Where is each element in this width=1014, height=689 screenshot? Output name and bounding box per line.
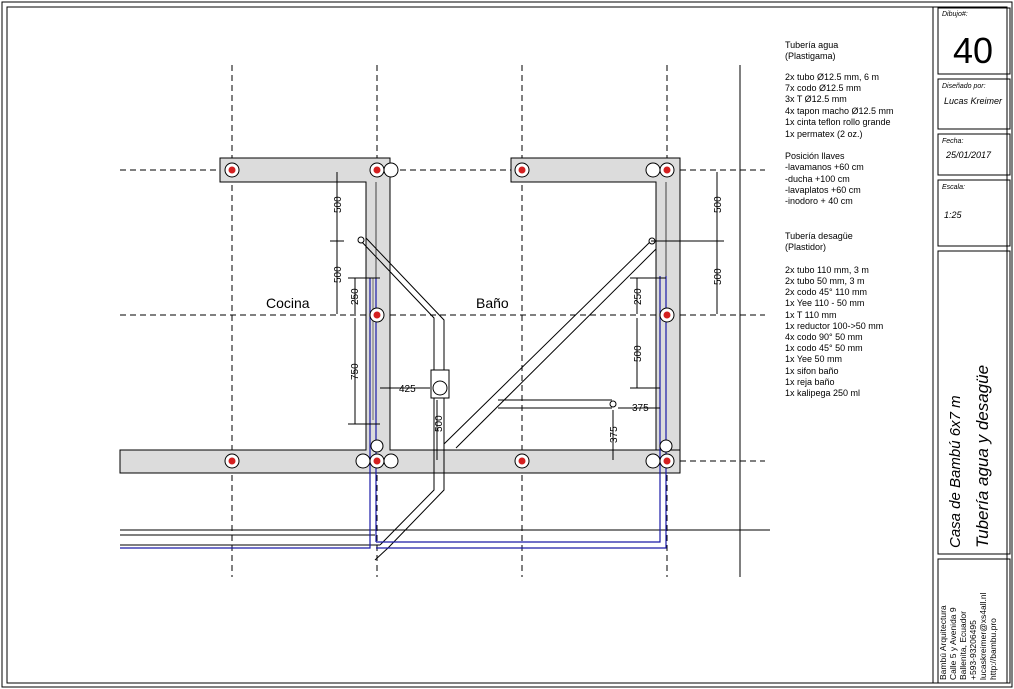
water-item: 1x permatex (2 oz.) (785, 129, 863, 139)
dimension-label: 425 (399, 384, 416, 395)
notes-drain: Tubería desagüe (Plastidor) 2x tubo 110 … (785, 231, 883, 398)
dimension-label: 500 (333, 196, 344, 213)
dimension-label: 375 (632, 403, 649, 414)
column (369, 453, 385, 469)
company-line: lucaskreimer@xs4all.nl (978, 592, 988, 680)
column (659, 453, 675, 469)
drain-item: 1x reductor 100->50 mm (785, 321, 883, 331)
project-title: Casa de Bambú 6x7 m (947, 395, 964, 548)
designer-name: Lucas Kreimer (944, 96, 1003, 106)
drain-title: Tubería desagüe (785, 231, 853, 241)
column (514, 453, 530, 469)
company-line: Ballenita, Ecuador (958, 611, 968, 680)
drain-item: 2x tubo 50 mm, 3 m (785, 276, 865, 286)
drawing-number: 40 (953, 30, 993, 71)
beam-inner-lines (375, 182, 667, 450)
company-line: http://bambu.pro (988, 618, 998, 680)
column (224, 453, 240, 469)
drain-item: 1x Yee 50 mm (785, 354, 842, 364)
water-title: Tubería agua (785, 40, 838, 50)
water-item: 3x T Ø12.5 mm (785, 94, 847, 104)
date-value: 25/01/2017 (945, 150, 992, 160)
valves-title: Posición llaves (785, 151, 845, 161)
drain-item: 1x codo 45° 50 mm (785, 343, 863, 353)
drain-item: 2x codo 45° 110 mm (785, 287, 867, 297)
drain-item: 4x codo 90° 50 mm (785, 332, 863, 342)
water-subtitle: (Plastigama) (785, 51, 836, 61)
valves-item: -lavamanos +60 cm (785, 162, 864, 172)
valves-item: -ducha +100 cm (785, 174, 850, 184)
room-label-kitchen: Cocina (266, 295, 310, 311)
dimension-label: 250 (350, 288, 361, 305)
dimension-label: 500 (713, 196, 724, 213)
drain-item: 1x reja baño (785, 377, 835, 387)
room-label-bath: Baño (476, 295, 509, 311)
dimension-label: 375 (609, 426, 620, 443)
column (659, 307, 675, 323)
drain-subtitle: (Plastidor) (785, 242, 826, 252)
company-block: Bambú Arquitectura Calle 5 y Avenida 9 B… (938, 592, 998, 680)
column (659, 162, 675, 178)
scale-value: 1:25 (944, 210, 963, 220)
dimension-label: 750 (350, 363, 361, 380)
designer-label: Diseñado por: (942, 83, 986, 90)
sheet-title: Tubería agua y desagüe (973, 365, 992, 548)
drain-item: 2x tubo 110 mm, 3 m (785, 265, 869, 275)
date-label: Fecha: (942, 138, 963, 145)
dibujo-label: Dibujo#: (942, 11, 968, 18)
water-item: 1x cinta teflon rollo grande (785, 117, 891, 127)
drain-item: 1x sifon baño (785, 366, 839, 376)
water-item: 7x codo Ø12.5 mm (785, 83, 861, 93)
drain-item: 1x kalipega 250 ml (785, 388, 860, 398)
valves-item: -lavaplatos +60 cm (785, 185, 861, 195)
column (369, 162, 385, 178)
drain-points (357, 236, 656, 408)
column (514, 162, 530, 178)
dimension-label: 250 (633, 288, 644, 305)
company-line: +593-93206495 (968, 620, 978, 680)
valves-item: -inodoro + 40 cm (785, 196, 853, 206)
drain-item: 1x T 110 mm (785, 310, 837, 320)
water-item: 2x tubo Ø12.5 mm, 6 m (785, 72, 879, 82)
column (224, 162, 240, 178)
water-pipes (120, 276, 667, 549)
title-block: Dibujo#: 40 Diseñado por: Lucas Kreimer … (937, 7, 1011, 684)
company-line: Bambú Arquitectura (938, 605, 948, 680)
notes-water: Tubería agua (Plastigama) 2x tubo Ø12.5 … (785, 40, 894, 139)
dimension-label: 500 (333, 266, 344, 283)
drawing-sheet: Dibujo#: 40 Diseñado por: Lucas Kreimer … (1, 1, 1013, 688)
column (369, 307, 385, 323)
dimension-label: 500 (633, 345, 644, 362)
drain-item: 1x Yee 110 - 50 mm (785, 298, 864, 308)
scale-label: Escala: (942, 184, 965, 191)
notes-valves: Posición llaves -lavamanos +60 cm -ducha… (785, 151, 864, 206)
company-line: Calle 5 y Avenida 9 (948, 607, 958, 680)
dimension-label: 500 (713, 268, 724, 285)
water-item: 4x tapon macho Ø12.5 mm (785, 106, 894, 116)
dimension-label: 500 (434, 415, 445, 432)
